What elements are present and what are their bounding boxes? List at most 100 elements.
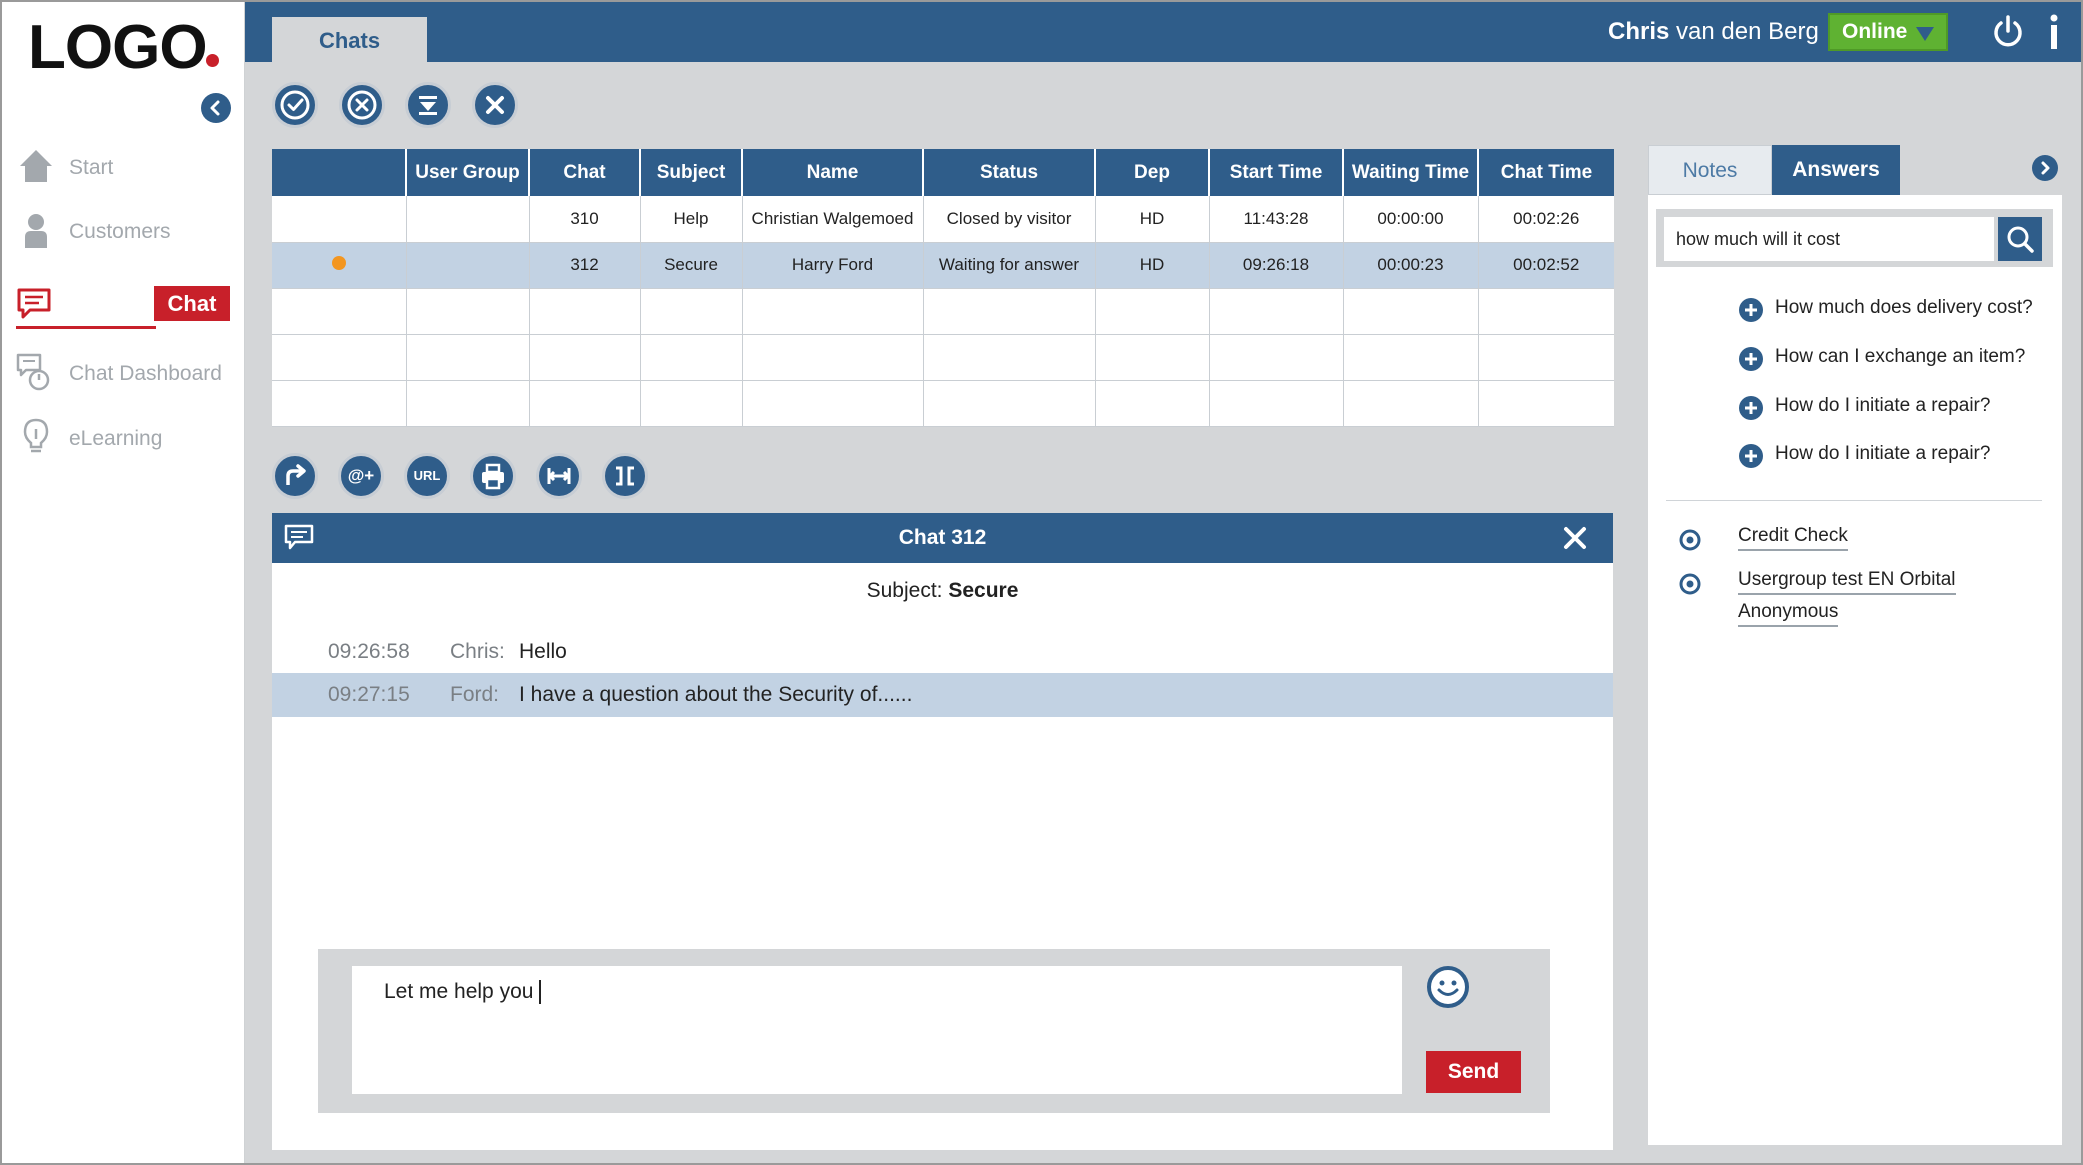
active-indicator [16,326,156,329]
column-header-user-group[interactable]: User Group [406,149,530,196]
column-header-dep[interactable]: Dep [1095,149,1210,196]
table-row-selected[interactable]: 312 Secure Harry Ford Waiting for answer… [272,242,1614,289]
person-icon [16,210,56,250]
column-header-subject[interactable]: Subject [640,149,743,196]
table-cell: Waiting for answer [923,242,1096,289]
tab-notes[interactable]: Notes [1648,145,1772,195]
table-cell [272,196,407,243]
mention-label: @+ [347,466,375,485]
link-credit-check[interactable]: Credit Check [1738,523,1848,551]
chat-panel: Chat 312 Subject: Secure 09:26:58 Chris:… [272,513,1613,1150]
chevron-left-icon [210,100,220,116]
faq-question: How do I initiate a repair? [1775,395,1991,416]
search-input[interactable]: how much will it cost [1664,217,1994,261]
url-button[interactable]: URL [404,453,450,499]
message-draft: Let me help you [384,980,534,1003]
forward-button[interactable] [272,453,318,499]
tab-chats[interactable]: Chats [272,17,427,64]
sidebar-item-label: Start [69,156,114,179]
x-circle-icon [347,90,377,120]
link-usergroup[interactable]: Usergroup test EN Orbital [1738,567,1956,595]
close-icon [486,96,504,114]
compose-area: Let me help you Send [318,949,1550,1113]
sidebar-item-label: Chat [154,286,230,321]
print-button[interactable] [470,453,516,499]
table-cell: Christian Walgemoed [742,196,924,243]
sidebar-item-customers[interactable]: Customers [16,210,241,256]
column-header-chat[interactable]: Chat [529,149,641,196]
column-header-waiting-time[interactable]: Waiting Time [1343,149,1479,196]
chevron-right-icon [2041,161,2050,175]
tab-answers[interactable]: Answers [1772,145,1900,195]
sidebar-item-elearning[interactable]: eLearning [16,417,241,463]
faq-question: How much does delivery cost? [1775,297,2033,318]
user-name: Chris van den Berg [1608,18,1819,46]
home-icon [16,146,56,186]
sidebar-item-label: Customers [69,220,171,243]
collapse-icon [616,466,634,486]
plus-circle-icon [1738,443,1764,469]
caret-down-icon [1916,27,1934,41]
column-header-start-time[interactable]: Start Time [1209,149,1344,196]
column-header-name[interactable]: Name [742,149,924,196]
sidebar-item-start[interactable]: Start [16,146,241,192]
check-circle-icon [280,90,310,120]
info-icon[interactable] [2036,12,2072,52]
table-cell: 11:43:28 [1209,196,1344,243]
add-mention-button[interactable]: @+ [338,453,384,499]
table-cell: Closed by visitor [923,196,1096,243]
table-cell: 00:00:23 [1343,242,1479,289]
column-header-status[interactable]: Status [923,149,1096,196]
lightbulb-icon [16,417,56,457]
expand-button[interactable] [536,453,582,499]
message-time: 09:26:58 [328,640,410,663]
send-button[interactable]: Send [1426,1051,1521,1093]
answers-search: how much will it cost [1656,209,2053,267]
chat-header: Chat 312 [272,513,1613,563]
column-header-chat-time[interactable]: Chat Time [1478,149,1614,196]
message-author: Chris: [450,640,505,663]
logo: LOGO [28,13,208,82]
radio-icon[interactable] [1678,528,1702,552]
download-icon [419,96,437,115]
expand-panel-button[interactable] [2032,155,2058,181]
table-cell: HD [1095,196,1210,243]
column-header [272,149,407,196]
table-cell: Harry Ford [742,242,924,289]
printer-icon [482,463,504,490]
sidebar: LOGO Start Customers Chat Chat Dashboard… [2,2,245,1163]
emoji-icon[interactable] [1426,965,1470,1009]
status-dropdown[interactable]: Online [1828,13,1948,51]
sidebar-item-label: eLearning [69,427,163,450]
plus-circle-icon [1738,395,1764,421]
power-icon[interactable] [1990,14,2026,50]
download-button[interactable] [405,82,451,128]
divider [1666,500,2042,501]
radio-icon[interactable] [1678,572,1702,596]
collapse-sidebar-button[interactable] [201,93,231,123]
search-icon [2007,226,2034,253]
message-text: Hello [519,640,567,663]
accept-button[interactable] [272,82,318,128]
close-icon[interactable] [1562,525,1588,551]
url-label: URL [413,468,441,483]
user-first-name: Chris [1608,18,1670,45]
sidebar-item-chat-dashboard[interactable]: Chat Dashboard [16,352,241,398]
table-cell: 00:00:00 [1343,196,1479,243]
chat-dashboard-icon [16,352,56,392]
decline-button[interactable] [339,82,385,128]
table-cell [406,242,530,289]
logo-dot [206,54,219,67]
message-text: I have a question about the Security of.… [519,683,913,706]
forward-arrow-icon [286,464,306,485]
sidebar-item-chat[interactable]: Chat [16,286,241,332]
table-header-row: User Group Chat Subject Name Status Dep … [272,149,1614,196]
table-cell: HD [1095,242,1210,289]
collapse-button[interactable] [602,453,648,499]
message-input[interactable]: Let me help you [352,966,1402,1094]
link-anonymous[interactable]: Anonymous [1738,599,1839,627]
close-chat-button[interactable] [472,82,518,128]
table-row[interactable]: 310 Help Christian Walgemoed Closed by v… [272,196,1614,243]
table-cell: 310 [529,196,641,243]
search-button[interactable] [1998,217,2042,261]
